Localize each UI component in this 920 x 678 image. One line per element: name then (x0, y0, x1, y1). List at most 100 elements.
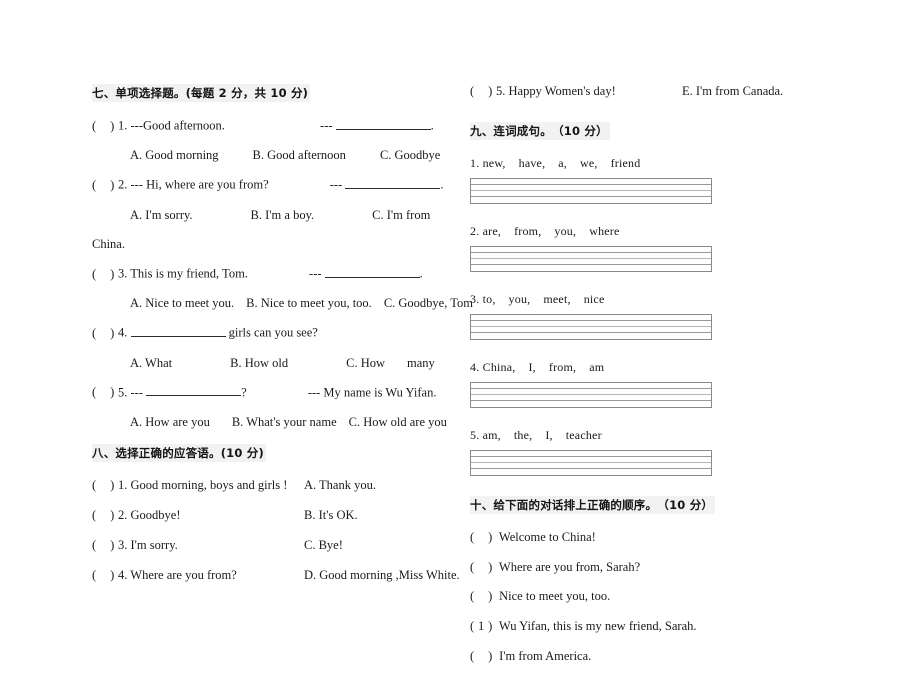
question-row: () 3. This is my friend, Tom. --- . (92, 266, 442, 282)
handwriting-box[interactable] (470, 382, 712, 408)
answer-blank[interactable] (130, 325, 226, 337)
word: where (589, 224, 620, 238)
option-a[interactable]: A. Nice to meet you. (130, 296, 234, 311)
answer-blank[interactable] (335, 118, 431, 130)
option-c[interactable]: C. Goodbye, Tom (384, 296, 473, 311)
order-slot[interactable]: 1 (474, 619, 488, 635)
option-a[interactable]: A. I'm sorry. (130, 208, 193, 223)
answer-dash: --- (320, 118, 333, 133)
answer-blank[interactable] (345, 177, 441, 189)
answer-parenthesis[interactable]: () (92, 568, 118, 583)
word: the, (513, 428, 533, 442)
match-row: () 3. I'm sorry. C. Bye! (92, 538, 442, 553)
order-parenthesis[interactable]: () (470, 589, 496, 605)
option-c[interactable]: C. Goodbye (380, 148, 440, 163)
handwriting-box[interactable] (470, 246, 712, 272)
prompt-text: Where are you from? (130, 567, 237, 582)
option-row: A. How are you B. What's your name C. How … (92, 415, 447, 430)
option-c-word: many (407, 355, 435, 370)
answer-parenthesis[interactable]: () (92, 538, 118, 553)
option-b[interactable]: B. I'm a boy. (251, 208, 315, 223)
dialogue-line: Nice to meet you, too. (499, 589, 611, 604)
question-tail: . (440, 177, 444, 192)
ruling-line (471, 252, 711, 253)
response-option[interactable]: D. Good morning ,Miss White. (304, 568, 460, 583)
option-c[interactable]: C. How (346, 356, 385, 371)
ruling-line (471, 394, 711, 395)
word-list: 5. am, the, I, teacher (470, 428, 840, 443)
item-number: 1. (470, 156, 480, 170)
question-number: 5. (496, 84, 506, 98)
option-a[interactable]: A. How are you (130, 415, 210, 430)
match-row: () 4. Where are you from? D. Good morning… (92, 567, 460, 583)
word: teacher (565, 428, 602, 442)
answer-parenthesis[interactable]: () (92, 178, 118, 194)
question-stem: --- Hi, where are you from? (130, 177, 269, 192)
left-column: 七、单项选择题。(每题 2 分，共 10 分) () 1. ---Good aft… (92, 84, 473, 598)
word: from, (514, 224, 542, 238)
word-list: 1. new, have, a, we, friend (470, 156, 840, 171)
option-b[interactable]: B. Good afternoon (253, 148, 346, 163)
answer-parenthesis[interactable]: () (92, 385, 118, 401)
item-number: 5. (470, 428, 480, 442)
handwriting-box[interactable] (470, 314, 712, 340)
ruling-line (471, 400, 711, 401)
dialogue-line: Welcome to China! (498, 530, 596, 544)
option-c[interactable]: C. I'm from (372, 208, 430, 223)
option-a[interactable]: A. Good morning (130, 148, 219, 163)
option-a[interactable]: A. What (130, 356, 172, 371)
word: friend (610, 156, 641, 170)
ruling-line (471, 258, 711, 259)
handwriting-box[interactable] (470, 178, 712, 204)
ruling-line (471, 462, 711, 463)
answer-parenthesis[interactable]: () (92, 267, 118, 283)
answer-parenthesis[interactable]: () (92, 119, 118, 135)
question-stem: girls can you see? (228, 326, 318, 340)
option-b[interactable]: B. What's your name (232, 415, 337, 430)
question-number: 2. (118, 177, 128, 192)
word: a, (558, 156, 568, 170)
word: are, (482, 224, 502, 238)
answer-blank[interactable] (324, 266, 420, 278)
order-parenthesis[interactable]: () (470, 530, 496, 546)
ruling-line (471, 190, 711, 191)
answer-parenthesis[interactable]: () (470, 84, 496, 99)
question-row: () 4. girls can you see? (92, 325, 442, 341)
order-parenthesis[interactable]: (1) (470, 619, 496, 635)
word-list: 3. to, you, meet, nice (470, 292, 840, 307)
answer-parenthesis[interactable]: () (92, 478, 118, 493)
option-b[interactable]: B. How old (230, 356, 288, 371)
answer-blank[interactable] (146, 385, 242, 397)
answer-parenthesis[interactable]: () (92, 326, 118, 342)
option-b[interactable]: B. Nice to meet you, too. (246, 296, 372, 311)
option-row: A. I'm sorry. B. I'm a boy. C. I'm from (92, 208, 442, 223)
question-answer: --- My name is Wu Yifan. (307, 385, 437, 400)
response-option[interactable]: E. I'm from Canada. (682, 84, 840, 99)
response-option[interactable]: A. Thank you. (304, 478, 442, 493)
ruling-line (471, 320, 711, 321)
option-row: A. Good morning B. Good afternoon C. Goodb… (92, 148, 442, 163)
question-row: () 1. ---Good afternoon. --- . (92, 118, 442, 134)
ruling-line (471, 184, 711, 185)
response-option[interactable]: B. It's OK. (304, 508, 442, 523)
option-row: A. What B. How old C. How many (92, 356, 442, 371)
response-option[interactable]: C. Bye! (304, 538, 442, 553)
match-row: () 1. Good morning, boys and girls ! A. T… (92, 478, 442, 493)
word: to, (482, 292, 496, 306)
question-number: 1. (118, 477, 128, 492)
word: nice (583, 292, 605, 306)
match-row: () 5. Happy Women's day! E. I'm from Cana… (470, 84, 840, 99)
order-parenthesis[interactable]: () (470, 560, 496, 576)
question-lead: --- (130, 385, 144, 400)
option-c[interactable]: C. How old are you (349, 415, 447, 430)
ruling-line (471, 388, 711, 389)
handwriting-box[interactable] (470, 450, 712, 476)
word: am, (482, 428, 501, 442)
answer-parenthesis[interactable]: () (92, 508, 118, 523)
item-number: 2. (470, 224, 480, 238)
worksheet-page: 七、单项选择题。(每题 2 分，共 10 分) () 1. ---Good aft… (0, 0, 920, 663)
right-column: () 5. Happy Women's day! E. I'm from Cana… (470, 84, 840, 678)
ordering-row: () Nice to meet you, too. (470, 589, 840, 605)
section-nine-heading: 九、连词成句。 （10 分） (470, 122, 610, 140)
question-number: 5. (118, 385, 128, 400)
